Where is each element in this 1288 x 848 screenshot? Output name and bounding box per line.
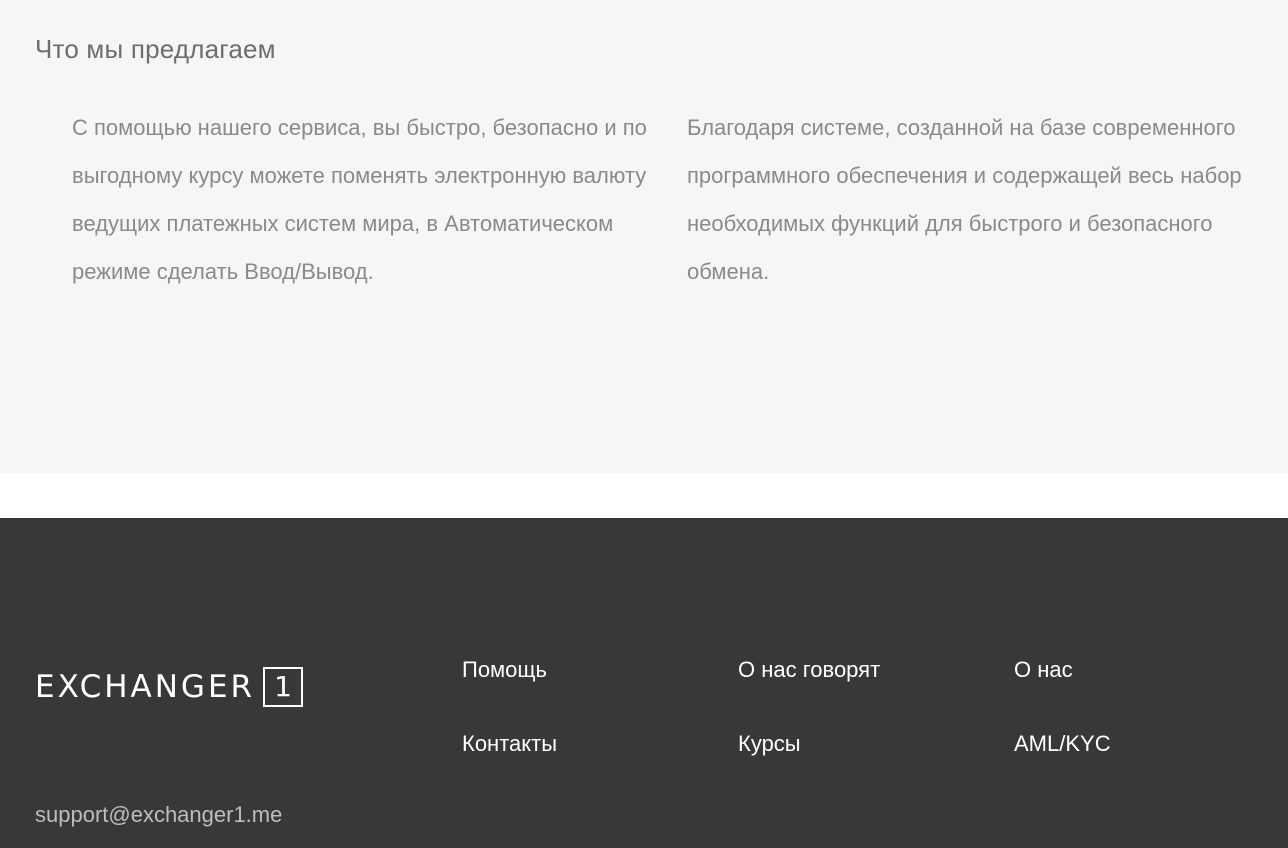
footer-link-reviews[interactable]: О нас говорят	[738, 657, 880, 683]
offer-title: Что мы предлагаем	[35, 34, 276, 64]
offer-right-text: Благодаря системе, созданной на базе сов…	[687, 115, 1242, 284]
logo-number-box: 1	[263, 667, 304, 707]
footer: EXCHANGER 1 Помощь О нас говорят О нас К…	[0, 518, 1288, 848]
logo-text: EXCHANGER	[35, 668, 256, 705]
footer-link-aml-kyc[interactable]: AML/KYC	[1014, 731, 1111, 757]
footer-link-help[interactable]: Помощь	[462, 657, 547, 683]
footer-link-about[interactable]: О нас	[1014, 657, 1073, 683]
offer-section: Что мы предлагаем С помощью нашего серви…	[0, 0, 1288, 473]
section-divider	[0, 473, 1288, 518]
footer-link-contacts[interactable]: Контакты	[462, 731, 557, 757]
site-logo[interactable]: EXCHANGER 1	[35, 666, 304, 708]
footer-link-rates[interactable]: Курсы	[738, 731, 801, 757]
support-email-link[interactable]: support@exchanger1.me	[35, 802, 282, 828]
offer-left-text: С помощью нашего сервиса, вы быстро, без…	[72, 115, 647, 284]
